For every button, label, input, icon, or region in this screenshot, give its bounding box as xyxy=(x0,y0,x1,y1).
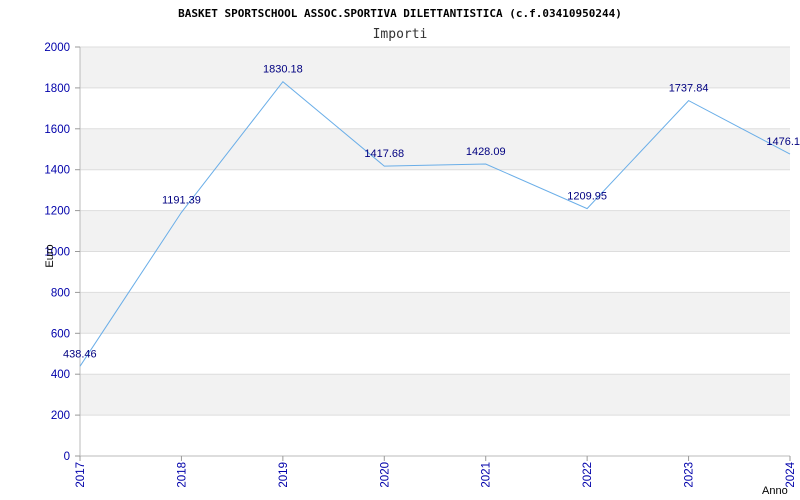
data-label: 1191.39 xyxy=(162,194,201,206)
data-label: 1209.95 xyxy=(567,191,607,203)
grid-band xyxy=(80,292,790,334)
line-chart: BASKET SPORTSCHOOL ASSOC.SPORTIVA DILETT… xyxy=(44,7,800,497)
x-tick-label: 2023 xyxy=(684,462,696,488)
y-tick-label: 1400 xyxy=(44,165,70,177)
x-tick-label: 2018 xyxy=(176,462,188,488)
y-axis-label: Euro xyxy=(44,244,56,267)
x-tick-label: 2024 xyxy=(785,461,797,487)
x-tick-label: 2022 xyxy=(582,462,594,488)
grid-bands xyxy=(80,47,790,416)
x-tick-label: 2017 xyxy=(75,462,87,488)
y-tick-label: 1200 xyxy=(44,206,70,218)
x-axis-ticks: 2017 2018 2019 2020 2021 2022 2023 2024 xyxy=(75,456,797,488)
x-axis-label: Anno xyxy=(762,485,788,497)
data-label: 1476.1 xyxy=(766,136,800,148)
data-label: 1737.84 xyxy=(669,83,709,95)
x-tick-label: 2020 xyxy=(379,462,391,488)
y-tick-label: 600 xyxy=(51,328,70,340)
x-tick-label: 2019 xyxy=(278,462,290,488)
y-tick-label: 800 xyxy=(51,287,70,299)
y-tick-label: 200 xyxy=(51,410,70,422)
data-label: 1830.18 xyxy=(263,64,303,76)
data-label: 438.46 xyxy=(63,348,97,360)
y-tick-label: 1600 xyxy=(44,124,70,136)
x-tick-label: 2021 xyxy=(481,462,493,488)
y-tick-label: 400 xyxy=(51,369,70,381)
grid-band xyxy=(80,128,790,170)
chart-subtitle: Importi xyxy=(373,27,428,42)
data-label: 1428.09 xyxy=(466,146,506,158)
grid-band xyxy=(80,374,790,416)
y-tick-label: 1800 xyxy=(44,83,70,95)
data-label: 1417.68 xyxy=(364,148,404,160)
chart-title: BASKET SPORTSCHOOL ASSOC.SPORTIVA DILETT… xyxy=(178,7,622,20)
y-tick-label: 0 xyxy=(64,451,70,463)
grid-band xyxy=(80,210,790,252)
y-tick-label: 2000 xyxy=(44,42,70,54)
